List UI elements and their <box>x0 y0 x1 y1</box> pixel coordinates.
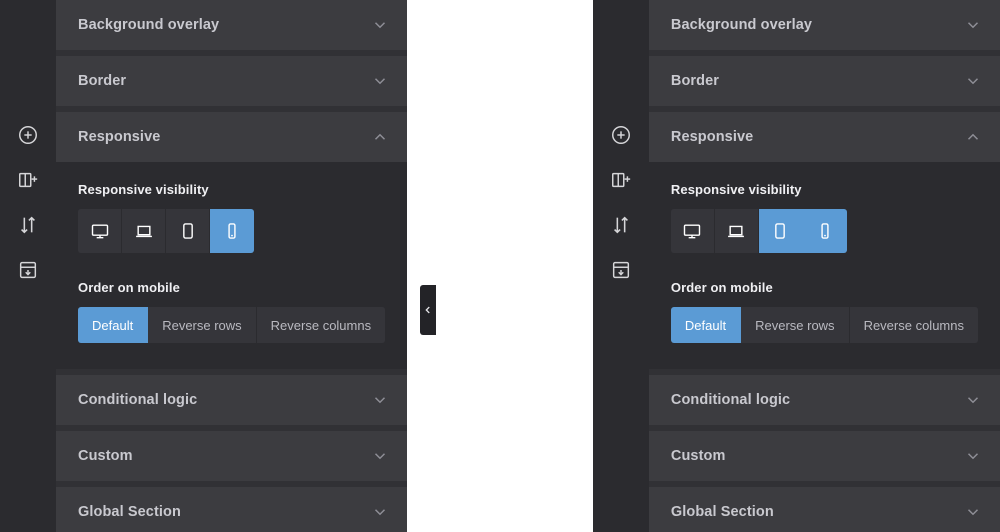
section-header-conditional-logic[interactable]: Conditional logic <box>56 375 408 425</box>
chevron-left-icon <box>425 306 430 314</box>
section-border: Border <box>648 56 1000 106</box>
section-header-responsive[interactable]: Responsive <box>648 112 1000 162</box>
section-conditional-logic: Conditional logic <box>648 375 1000 425</box>
field-order-on-mobile: Order on mobile Default Reverse rows Rev… <box>670 280 978 343</box>
section-title: Global Section <box>670 504 774 520</box>
section-header-border[interactable]: Border <box>648 56 1000 106</box>
section-header-custom[interactable]: Custom <box>648 431 1000 481</box>
save-section-icon[interactable] <box>609 258 633 282</box>
section-body-responsive: Responsive visibility Order on mobile De… <box>56 162 408 369</box>
section-responsive: Responsive Responsive visibility Order o… <box>648 112 1000 369</box>
chevron-down-icon[interactable] <box>964 447 982 465</box>
section-title: Global Section <box>78 504 181 520</box>
section-global-section: Global Section <box>56 487 408 532</box>
move-vertical-icon[interactable] <box>609 213 633 237</box>
section-title: Responsive <box>670 129 754 145</box>
chevron-down-icon[interactable] <box>371 503 389 521</box>
section-header-global-section[interactable]: Global Section <box>56 487 408 532</box>
field-label: Responsive visibility <box>78 182 209 197</box>
settings-accordion-left: Background overlay Border Responsive Res… <box>56 0 408 532</box>
order-option-reverse-columns[interactable]: Reverse columns <box>256 307 386 343</box>
section-border: Border <box>56 56 408 106</box>
section-title: Custom <box>670 448 726 464</box>
chevron-up-icon[interactable] <box>964 128 982 146</box>
order-option-reverse-rows[interactable]: Reverse rows <box>148 307 257 343</box>
add-circle-icon[interactable] <box>609 123 633 147</box>
section-conditional-logic: Conditional logic <box>56 375 408 425</box>
chevron-down-icon[interactable] <box>964 72 982 90</box>
chevron-down-icon[interactable] <box>964 391 982 409</box>
section-responsive: Responsive Responsive visibility Order o… <box>56 112 408 369</box>
field-responsive-visibility: Responsive visibility <box>670 182 978 253</box>
add-column-icon[interactable] <box>16 168 40 192</box>
section-header-conditional-logic[interactable]: Conditional logic <box>648 375 1000 425</box>
section-title: Background overlay <box>670 17 813 33</box>
section-title: Conditional logic <box>78 392 198 408</box>
laptop-icon[interactable] <box>714 209 759 253</box>
section-body-responsive: Responsive visibility Order on mobile De… <box>648 162 1000 369</box>
responsive-visibility-toggle-group <box>670 209 847 253</box>
field-responsive-visibility: Responsive visibility <box>78 182 385 253</box>
order-option-reverse-rows[interactable]: Reverse rows <box>741 307 850 343</box>
tablet-icon[interactable] <box>758 209 803 253</box>
section-title: Background overlay <box>78 17 220 33</box>
section-header-background-overlay[interactable]: Background overlay <box>648 0 1000 50</box>
settings-panel-after: Background overlay Border Responsive Res… <box>592 0 1000 532</box>
move-vertical-icon[interactable] <box>16 213 40 237</box>
order-option-default[interactable]: Default <box>78 307 149 343</box>
section-title: Border <box>78 73 127 89</box>
field-label: Responsive visibility <box>670 182 802 197</box>
chevron-up-icon[interactable] <box>371 128 389 146</box>
order-on-mobile-segmented-control: Default Reverse rows Reverse columns <box>670 307 978 343</box>
editor-icon-rail-left <box>0 0 56 532</box>
chevron-down-icon[interactable] <box>964 503 982 521</box>
desktop-icon[interactable] <box>78 209 122 253</box>
editor-icon-rail-right <box>592 0 649 532</box>
section-custom: Custom <box>56 431 408 481</box>
section-global-section: Global Section <box>648 487 1000 532</box>
section-background-overlay: Background overlay <box>56 0 408 50</box>
chevron-down-icon[interactable] <box>371 72 389 90</box>
section-header-background-overlay[interactable]: Background overlay <box>56 0 408 50</box>
panel-collapse-tab[interactable] <box>420 285 436 335</box>
mobile-icon[interactable] <box>210 209 254 253</box>
section-header-responsive[interactable]: Responsive <box>56 112 408 162</box>
responsive-visibility-toggle-group <box>78 209 254 253</box>
field-label: Order on mobile <box>78 280 180 295</box>
section-title: Custom <box>78 448 133 464</box>
chevron-down-icon[interactable] <box>371 447 389 465</box>
section-title: Border <box>670 73 720 89</box>
comparison-stage: Background overlay Border Responsive Res… <box>0 0 1000 532</box>
section-title: Responsive <box>78 129 161 145</box>
panel-separator <box>407 0 453 532</box>
order-on-mobile-segmented-control: Default Reverse rows Reverse columns <box>78 307 386 343</box>
section-header-custom[interactable]: Custom <box>56 431 408 481</box>
settings-accordion-right: Background overlay Border Responsive Res… <box>648 0 1000 532</box>
section-header-border[interactable]: Border <box>56 56 408 106</box>
order-option-default[interactable]: Default <box>670 307 742 343</box>
desktop-icon[interactable] <box>670 209 715 253</box>
field-label: Order on mobile <box>670 280 773 295</box>
mobile-icon[interactable] <box>802 209 847 253</box>
tablet-icon[interactable] <box>166 209 210 253</box>
field-order-on-mobile: Order on mobile Default Reverse rows Rev… <box>78 280 386 343</box>
order-option-reverse-columns[interactable]: Reverse columns <box>849 307 978 343</box>
settings-panel-before: Background overlay Border Responsive Res… <box>0 0 436 532</box>
add-circle-icon[interactable] <box>16 123 40 147</box>
laptop-icon[interactable] <box>122 209 166 253</box>
section-background-overlay: Background overlay <box>648 0 1000 50</box>
section-header-global-section[interactable]: Global Section <box>648 487 1000 532</box>
section-title: Conditional logic <box>670 392 791 408</box>
add-column-icon[interactable] <box>609 168 633 192</box>
section-custom: Custom <box>648 431 1000 481</box>
chevron-down-icon[interactable] <box>371 16 389 34</box>
chevron-down-icon[interactable] <box>964 16 982 34</box>
save-section-icon[interactable] <box>16 258 40 282</box>
chevron-down-icon[interactable] <box>371 391 389 409</box>
